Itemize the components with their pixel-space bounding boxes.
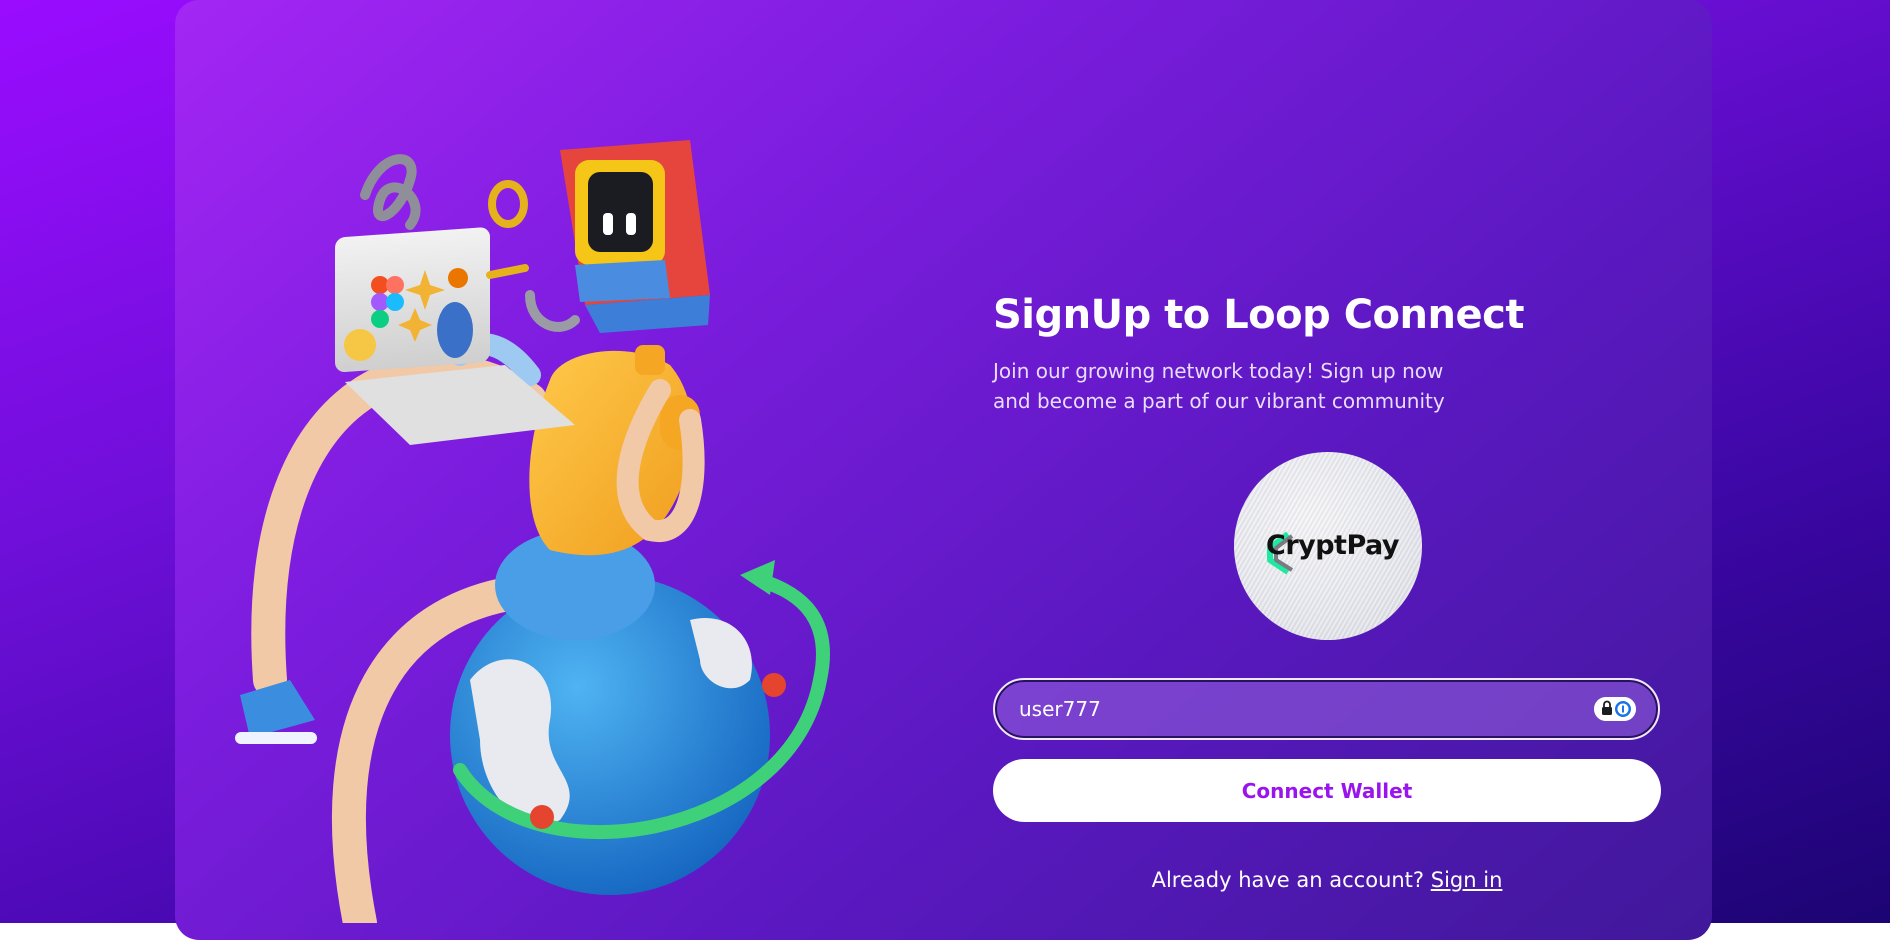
signin-prompt: Already have an account? Sign in [993, 868, 1661, 892]
page-subtitle: Join our growing network today! Sign up … [993, 359, 1445, 413]
squiggle-shape [360, 154, 421, 230]
ring-shape [488, 180, 528, 228]
brand-logo: CryptPay [1234, 452, 1422, 640]
username-field[interactable] [993, 678, 1660, 740]
pipe-shape [525, 290, 580, 332]
username-input[interactable] [1019, 680, 1579, 738]
page-title: SignUp to Loop Connect [993, 292, 1524, 338]
connect-wallet-button[interactable]: Connect Wallet [993, 759, 1661, 822]
password-manager-icon[interactable] [1594, 697, 1636, 721]
shoe [240, 680, 315, 738]
signin-link[interactable]: Sign in [1431, 868, 1503, 892]
computer-head [560, 140, 710, 333]
brand-logo-text: CryptPay [1266, 530, 1400, 561]
signin-prompt-text: Already have an account? [1151, 868, 1431, 892]
hero-illustration [235, 140, 830, 923]
signup-content: SignUp to Loop Connect Join our growing … [993, 0, 1663, 923]
